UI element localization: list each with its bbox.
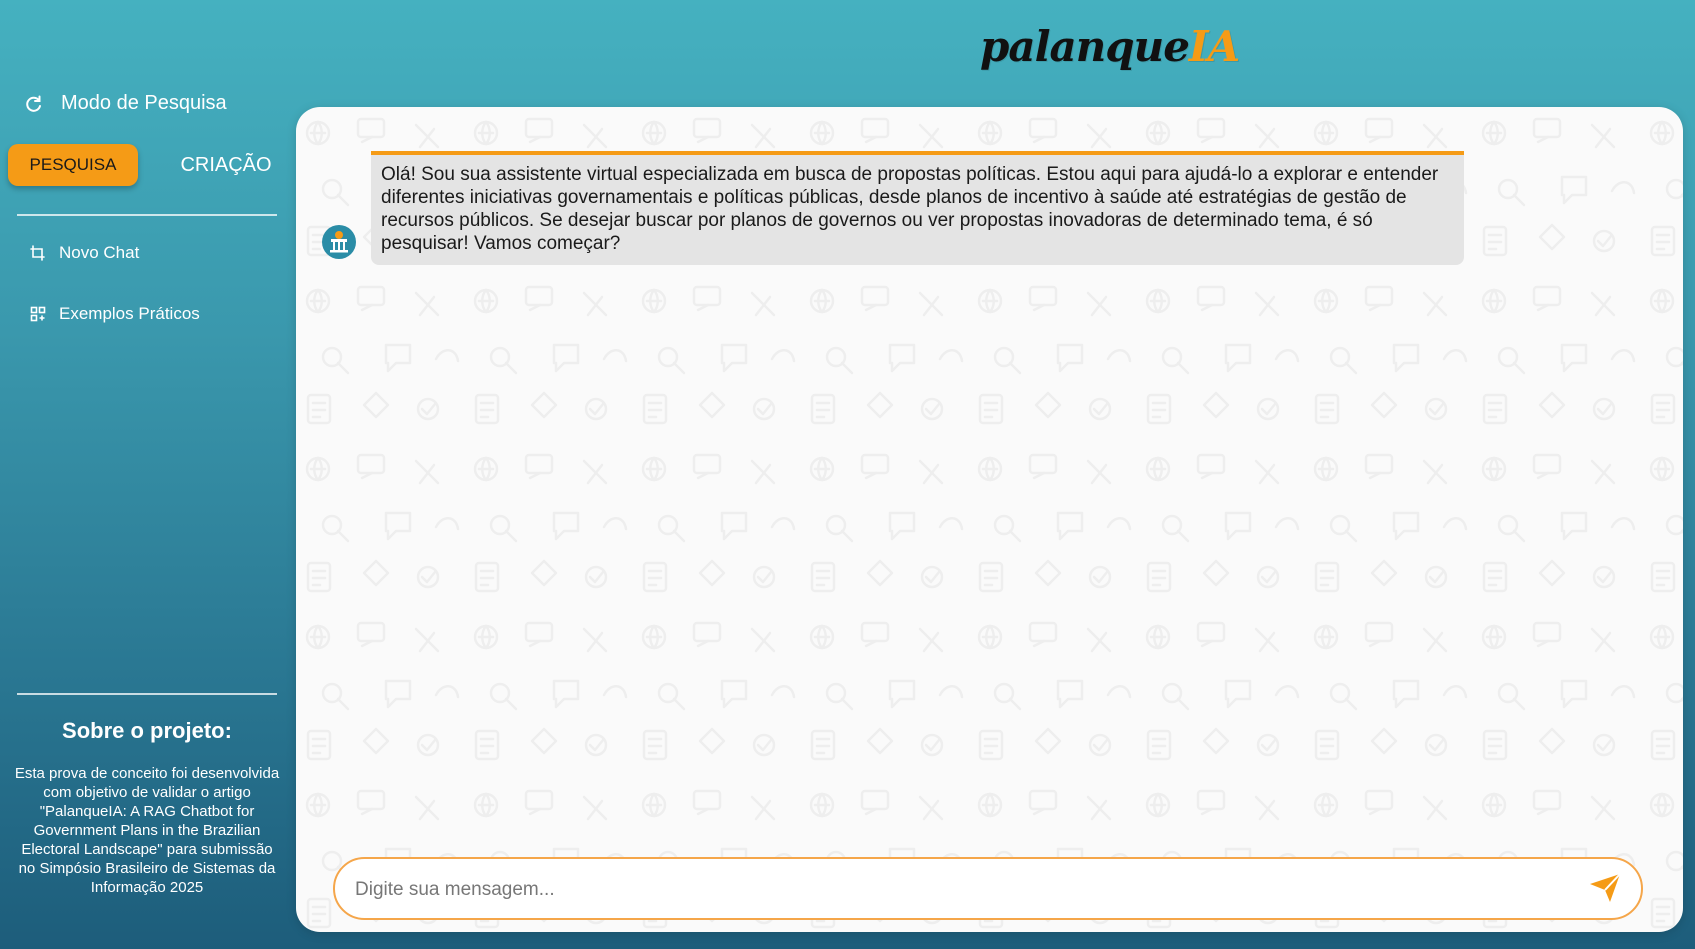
mode-pesquisa-button[interactable]: PESQUISA [8,144,138,186]
practical-examples-label: Exemplos Práticos [59,304,200,323]
refresh-icon [24,94,44,114]
send-icon [1588,872,1622,904]
sidebar-divider [17,214,277,216]
assistant-message-bubble: Olá! Sou sua assistente virtual especial… [371,151,1464,265]
mode-title-label: Modo de Pesquisa [61,92,227,114]
logo-suffix: IA [1188,22,1240,71]
new-chat-label: Novo Chat [59,243,140,262]
logo-prefix: palanque [980,22,1190,71]
new-chat-button[interactable]: Novo Chat [30,243,139,263]
assistant-avatar [322,225,356,259]
grid-icon [30,306,46,322]
app-logo: palanqueIA [980,26,1240,68]
about-title: Sobre o projeto: [62,718,232,743]
new-chat-icon [30,245,46,261]
message-input[interactable] [353,859,1557,920]
chat-panel: Olá! Sou sua assistente virtual especial… [296,107,1683,932]
sidebar-divider-bottom [17,693,277,695]
practical-examples-button[interactable]: Exemplos Práticos [30,304,200,324]
mode-title: Modo de Pesquisa [24,92,227,115]
about-text: Esta prova de conceito foi desenvolvida … [14,765,280,896]
message-input-container [333,857,1643,920]
sidebar: Modo de Pesquisa PESQUISA CRIAÇÃO Novo C… [0,0,290,949]
mode-criacao-button[interactable]: CRIAÇÃO [172,144,280,186]
send-button[interactable] [1587,871,1623,905]
column-avatar-icon [328,230,350,254]
